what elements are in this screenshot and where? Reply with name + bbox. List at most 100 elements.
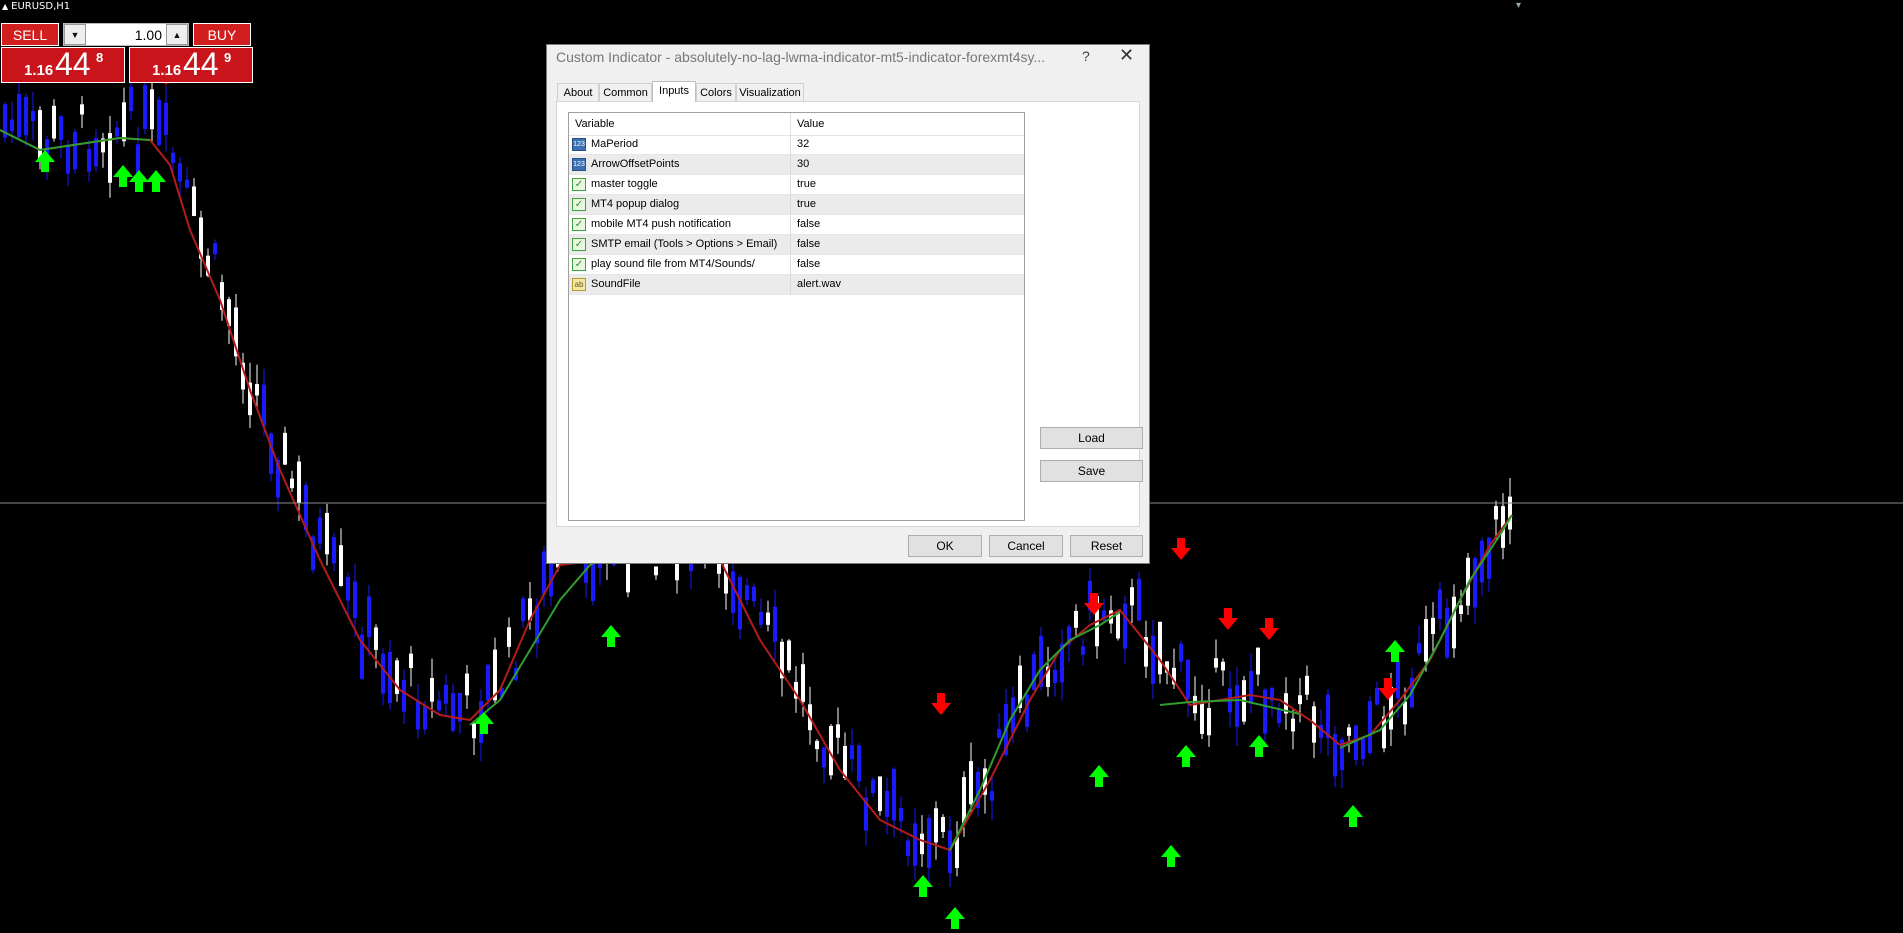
- sell-signal-arrow-icon: [1084, 593, 1104, 615]
- variable-value[interactable]: false: [797, 238, 820, 250]
- candle-body: [472, 722, 476, 739]
- inputs-grid: Variable Value 123 MaPeriod 32 123 ArrowOffs…: [568, 112, 1025, 521]
- candle-body: [1431, 617, 1435, 634]
- candle-body: [1298, 695, 1302, 705]
- tab-common[interactable]: Common: [599, 83, 652, 101]
- chart-symbol-label: ▲ EURUSD,H1: [2, 1, 71, 12]
- bool-icon: ✓: [572, 218, 586, 231]
- candle-body: [1207, 708, 1211, 736]
- candle-body: [17, 93, 21, 138]
- buy-button[interactable]: BUY: [193, 23, 251, 46]
- candle-body: [339, 545, 343, 587]
- candle-body: [1081, 646, 1085, 655]
- candle-body: [920, 833, 924, 855]
- candle-body: [1473, 558, 1477, 608]
- collapse-triangle-icon[interactable]: ▲: [2, 2, 8, 11]
- close-icon[interactable]: ✕: [1119, 45, 1134, 66]
- table-row[interactable]: ✓ master toggle true: [569, 175, 1024, 195]
- candle-body: [1291, 718, 1295, 732]
- table-row[interactable]: ✓ SMTP email (Tools > Options > Email) fal…: [569, 235, 1024, 255]
- tab-inputs[interactable]: Inputs: [652, 81, 696, 102]
- candle-body: [801, 664, 805, 702]
- variable-value[interactable]: false: [797, 218, 820, 230]
- candle-body: [136, 144, 140, 173]
- buy-signal-arrow-icon: [1176, 745, 1196, 767]
- table-row[interactable]: ✓ mobile MT4 push notification false: [569, 215, 1024, 235]
- lot-increase-icon[interactable]: ▲: [166, 24, 188, 45]
- lot-size-stepper: ▼ ▲: [63, 23, 189, 46]
- column-header-value[interactable]: Value: [797, 118, 824, 130]
- column-separator[interactable]: [790, 113, 791, 135]
- candle-body: [1459, 605, 1463, 614]
- candle-body: [1186, 659, 1190, 700]
- buy-price-button[interactable]: 1.16 44 9: [129, 46, 253, 83]
- table-row[interactable]: ✓ play sound file from MT4/Sounds/false: [569, 255, 1024, 275]
- column-separator: [790, 135, 791, 155]
- candle-body: [997, 729, 1001, 738]
- candle-body: [962, 777, 966, 823]
- candle-body: [1277, 708, 1281, 724]
- candle-body: [444, 684, 448, 704]
- help-icon[interactable]: ?: [1082, 48, 1090, 64]
- candle-body: [815, 740, 819, 750]
- column-separator: [790, 255, 791, 275]
- cancel-button[interactable]: Cancel: [989, 535, 1063, 557]
- candle-body: [353, 581, 357, 618]
- chart-shift-marker-icon[interactable]: ▾: [1516, 0, 1521, 11]
- candle-body: [990, 791, 994, 801]
- ok-button[interactable]: OK: [908, 535, 982, 557]
- sell-price-prefix: 1.16: [24, 62, 54, 79]
- candle-body: [1053, 669, 1057, 684]
- sell-price-button[interactable]: 1.16 44 8: [1, 46, 125, 83]
- buy-signal-arrow-icon: [601, 625, 621, 647]
- save-button[interactable]: Save: [1040, 460, 1143, 482]
- candle-body: [262, 384, 266, 427]
- variable-name: play sound file from MT4/Sounds/: [591, 258, 755, 270]
- variable-value[interactable]: alert.wav: [797, 278, 841, 290]
- column-separator: [790, 275, 791, 295]
- candle-body: [773, 606, 777, 642]
- candle-body: [1214, 658, 1218, 668]
- candle-body: [122, 102, 126, 142]
- variable-value[interactable]: true: [797, 178, 816, 190]
- tab-about[interactable]: About: [557, 83, 599, 101]
- reset-button[interactable]: Reset: [1070, 535, 1143, 557]
- variable-value[interactable]: 32: [797, 138, 809, 150]
- variable-value[interactable]: 30: [797, 158, 809, 170]
- variable-value[interactable]: true: [797, 198, 816, 210]
- table-row[interactable]: ✓ MT4 popup dialog true: [569, 195, 1024, 215]
- candle-body: [1445, 607, 1449, 658]
- table-row[interactable]: 123 MaPeriod 32: [569, 135, 1024, 155]
- variable-name: SoundFile: [591, 278, 641, 290]
- tab-visualization[interactable]: Visualization: [736, 83, 804, 101]
- lot-decrease-icon[interactable]: ▼: [64, 24, 86, 45]
- candle-body: [409, 653, 413, 669]
- variable-name: ArrowOffsetPoints: [591, 158, 680, 170]
- candle-body: [1326, 694, 1330, 739]
- candle-body: [1494, 506, 1498, 520]
- int-icon: 123: [572, 138, 586, 151]
- candle-body: [1200, 701, 1204, 734]
- sell-button[interactable]: SELL: [1, 23, 59, 46]
- custom-indicator-dialog: Custom Indicator - absolutely-no-lag-lwm…: [546, 44, 1150, 564]
- tab-colors[interactable]: Colors: [696, 83, 736, 101]
- sell-signal-arrow-icon: [1378, 678, 1398, 700]
- candle-body: [115, 127, 119, 137]
- variable-value[interactable]: false: [797, 258, 820, 270]
- candle-body: [31, 110, 35, 122]
- candle-body: [10, 119, 14, 132]
- lot-size-input[interactable]: [88, 25, 166, 44]
- table-row[interactable]: ab SoundFile alert.wav: [569, 275, 1024, 295]
- table-row[interactable]: 123 ArrowOffsetPoints 30: [569, 155, 1024, 175]
- candle-body: [822, 747, 826, 768]
- column-header-variable[interactable]: Variable: [575, 118, 615, 130]
- candle-body: [157, 99, 161, 146]
- buy-signal-arrow-icon: [913, 875, 933, 897]
- column-separator: [790, 215, 791, 235]
- candle-body: [654, 566, 658, 576]
- buy-signal-arrow-icon: [1343, 805, 1363, 827]
- load-button[interactable]: Load: [1040, 427, 1143, 449]
- candle-body: [1361, 738, 1365, 759]
- candle-body: [185, 179, 189, 188]
- buy-signal-arrow-icon: [129, 170, 149, 192]
